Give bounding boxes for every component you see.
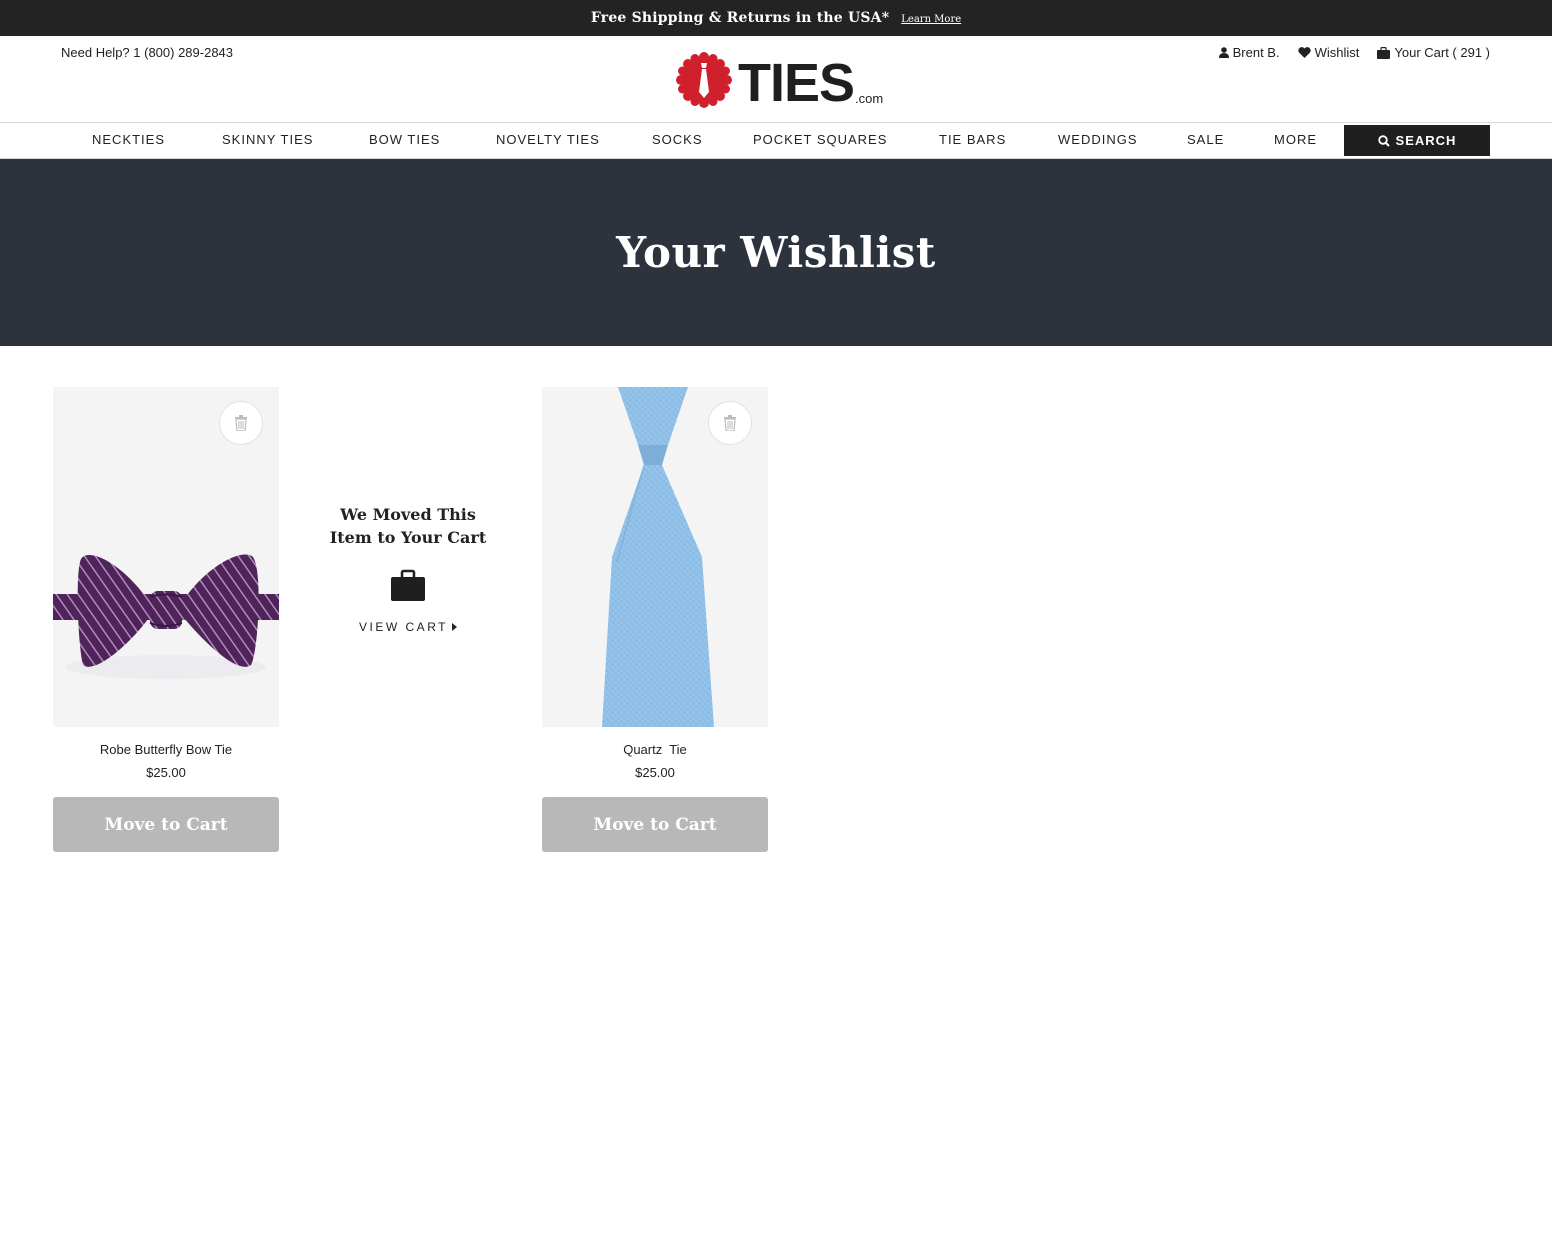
product-name[interactable]: Robe Butterfly Bow Tie [53, 742, 279, 757]
help-phone[interactable]: Need Help? 1 (800) 289-2843 [61, 45, 233, 60]
heart-icon [1297, 47, 1311, 58]
moved-notice-line1: We Moved This [340, 505, 476, 524]
main-nav: NECKTIES SKINNY TIES BOW TIES NOVELTY TI… [0, 122, 1552, 159]
account-name: Brent B. [1232, 45, 1280, 60]
cart-label: Your Cart ( 291 ) [1394, 45, 1490, 60]
moved-to-cart-notice: We Moved This Item to Your Cart VIEW CAR… [308, 503, 508, 636]
product-price: $25.00 [146, 765, 186, 780]
move-to-cart-button[interactable]: Move to Cart [53, 797, 279, 852]
page-hero: Your Wishlist [0, 159, 1552, 346]
nav-item-bow-ties[interactable]: BOW TIES [369, 132, 440, 147]
wishlist-label: Wishlist [1314, 45, 1360, 60]
user-icon [1218, 47, 1229, 58]
remove-item-button[interactable] [219, 401, 263, 445]
shopping-bag-icon [1377, 46, 1391, 59]
search-icon [1377, 134, 1390, 147]
wishlist-card: Robe Butterfly Bow Tie $25.00 Move to Ca… [53, 387, 279, 852]
nav-item-weddings[interactable]: WEDDINGS [1058, 132, 1138, 147]
moved-notice-line2: Item to Your Cart [329, 528, 487, 547]
remove-item-button[interactable] [708, 401, 752, 445]
promo-text: Free Shipping & Returns in the USA* [590, 10, 890, 26]
product-name[interactable]: Quartz Tie [542, 742, 768, 757]
nav-item-skinny-ties[interactable]: SKINNY TIES [222, 132, 313, 147]
trash-icon [235, 415, 247, 431]
product-image[interactable] [542, 387, 768, 727]
nav-item-sale[interactable]: SALE [1187, 132, 1224, 147]
nav-item-more[interactable]: MORE [1274, 132, 1317, 147]
product-image[interactable] [53, 387, 279, 727]
move-to-cart-button[interactable]: Move to Cart [542, 797, 768, 852]
logo-badge-icon [676, 52, 732, 108]
shopping-bag-icon [391, 569, 425, 601]
cart-link[interactable]: Your Cart ( 291 ) [1377, 45, 1490, 60]
wishlist-card: Quartz Tie $25.00 Move to Cart [542, 387, 768, 852]
page-title: Your Wishlist [616, 228, 936, 277]
wishlist-link[interactable]: Wishlist [1297, 45, 1360, 60]
learn-more-link[interactable]: Learn More [901, 14, 961, 25]
view-cart-label: VIEW CART [359, 620, 448, 634]
account-link[interactable]: Brent B. [1218, 45, 1280, 60]
view-cart-link[interactable]: VIEW CART [359, 620, 457, 634]
trash-icon [724, 415, 736, 431]
promo-bar: Free Shipping & Returns in the USA* Lear… [0, 0, 1552, 36]
nav-item-socks[interactable]: SOCKS [652, 132, 703, 147]
nav-item-tie-bars[interactable]: TIE BARS [939, 132, 1006, 147]
site-header: Need Help? 1 (800) 289-2843 TIES .com Br… [0, 36, 1552, 122]
nav-item-neckties[interactable]: NECKTIES [92, 132, 165, 147]
logo-wordmark: TIES [738, 53, 855, 113]
logo-suffix: .com [855, 91, 884, 106]
product-price: $25.00 [635, 765, 675, 780]
site-logo[interactable]: TIES .com [676, 50, 884, 113]
utility-nav: Brent B. Wishlist Your Cart ( 291 ) [1218, 45, 1490, 60]
nav-item-novelty-ties[interactable]: NOVELTY TIES [496, 132, 600, 147]
nav-item-pocket-squares[interactable]: POCKET SQUARES [753, 132, 887, 147]
caret-right-icon [451, 623, 457, 631]
search-button[interactable]: SEARCH [1344, 125, 1490, 156]
search-label: SEARCH [1395, 133, 1457, 148]
